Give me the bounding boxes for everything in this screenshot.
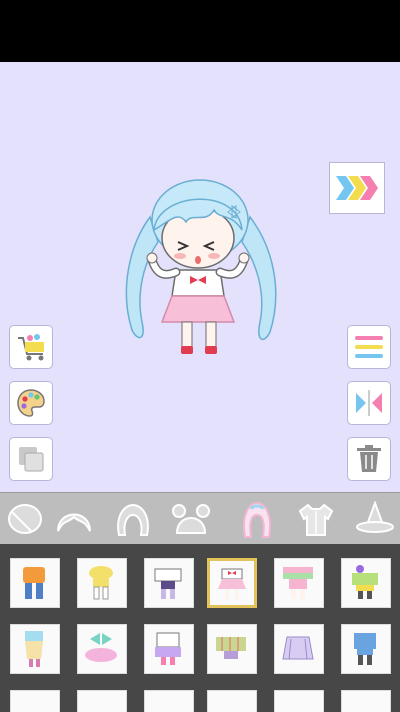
item-slot-18[interactable] bbox=[341, 690, 391, 712]
item-slot-13[interactable] bbox=[10, 690, 60, 712]
outfit-orange-hoodie-icon bbox=[23, 567, 45, 599]
character-canvas bbox=[0, 62, 400, 492]
item-slot-16[interactable] bbox=[207, 690, 257, 712]
outfit-blue-top-icon bbox=[354, 633, 376, 665]
category-tab-top[interactable] bbox=[291, 495, 341, 543]
item-slot-9[interactable] bbox=[144, 624, 194, 674]
item-slot-10[interactable] bbox=[207, 624, 257, 674]
category-bar bbox=[0, 492, 400, 545]
menu-button[interactable] bbox=[347, 325, 391, 369]
full-hair-icon bbox=[243, 501, 271, 538]
item-slot-2[interactable] bbox=[77, 558, 127, 608]
outfit-pink-skirt-icon bbox=[218, 568, 246, 599]
face-outline-icon bbox=[8, 504, 42, 534]
outfit-green-sweater-icon bbox=[352, 565, 378, 599]
triple-chevron-right-icon bbox=[336, 176, 378, 200]
item-slot-3[interactable] bbox=[144, 558, 194, 608]
item-slot-14[interactable] bbox=[77, 690, 127, 712]
palette-icon bbox=[17, 389, 45, 417]
category-tab-hat[interactable] bbox=[350, 495, 400, 543]
category-tab-hair[interactable] bbox=[108, 495, 158, 543]
outfit-lavender-skirt-icon bbox=[282, 636, 314, 660]
shop-cart-button[interactable] bbox=[9, 325, 53, 369]
bangs-icon bbox=[57, 513, 91, 532]
delete-button[interactable] bbox=[347, 437, 391, 481]
layers-icon bbox=[19, 447, 44, 472]
menu-icon bbox=[355, 336, 383, 358]
item-slot-1[interactable] bbox=[10, 558, 60, 608]
flip-horizontal-icon bbox=[356, 390, 382, 416]
outfit-cream-dress-icon bbox=[25, 631, 43, 667]
outfit-plaid-top-icon bbox=[216, 637, 246, 659]
item-slot-15[interactable] bbox=[144, 690, 194, 712]
outfit-yellow-top-icon bbox=[89, 566, 113, 600]
trash-icon bbox=[357, 445, 381, 472]
item-slot-11[interactable] bbox=[274, 624, 324, 674]
category-tab-face[interactable] bbox=[0, 495, 50, 543]
shirt-icon bbox=[298, 503, 334, 536]
flip-button[interactable] bbox=[347, 381, 391, 425]
item-slot-6[interactable] bbox=[341, 558, 391, 608]
category-tab-full-hair[interactable] bbox=[232, 495, 282, 543]
items-grid bbox=[0, 544, 400, 712]
outfit-white-shirt-icon bbox=[154, 568, 182, 599]
color-palette-button[interactable] bbox=[9, 381, 53, 425]
item-slot-7[interactable] bbox=[10, 624, 60, 674]
item-slot-17[interactable] bbox=[274, 690, 324, 712]
hair-icon bbox=[117, 503, 149, 536]
character-doll[interactable] bbox=[110, 172, 300, 372]
witch-hat-icon bbox=[356, 501, 394, 533]
shopping-cart-icon bbox=[18, 334, 44, 361]
category-tab-bangs[interactable] bbox=[49, 495, 99, 543]
status-bar bbox=[0, 0, 400, 62]
outfit-rainbow-top-icon bbox=[283, 567, 313, 599]
buns-icon bbox=[172, 504, 210, 534]
item-slot-4[interactable] bbox=[207, 558, 257, 608]
item-slot-5[interactable] bbox=[274, 558, 324, 608]
category-tab-buns[interactable] bbox=[166, 495, 216, 543]
outfit-teal-bow-top-icon bbox=[85, 633, 117, 662]
item-slot-12[interactable] bbox=[341, 624, 391, 674]
layers-button[interactable] bbox=[9, 437, 53, 481]
outfit-purple-jacket-icon bbox=[155, 632, 181, 665]
item-slot-8[interactable] bbox=[77, 624, 127, 674]
next-button[interactable] bbox=[329, 162, 385, 214]
